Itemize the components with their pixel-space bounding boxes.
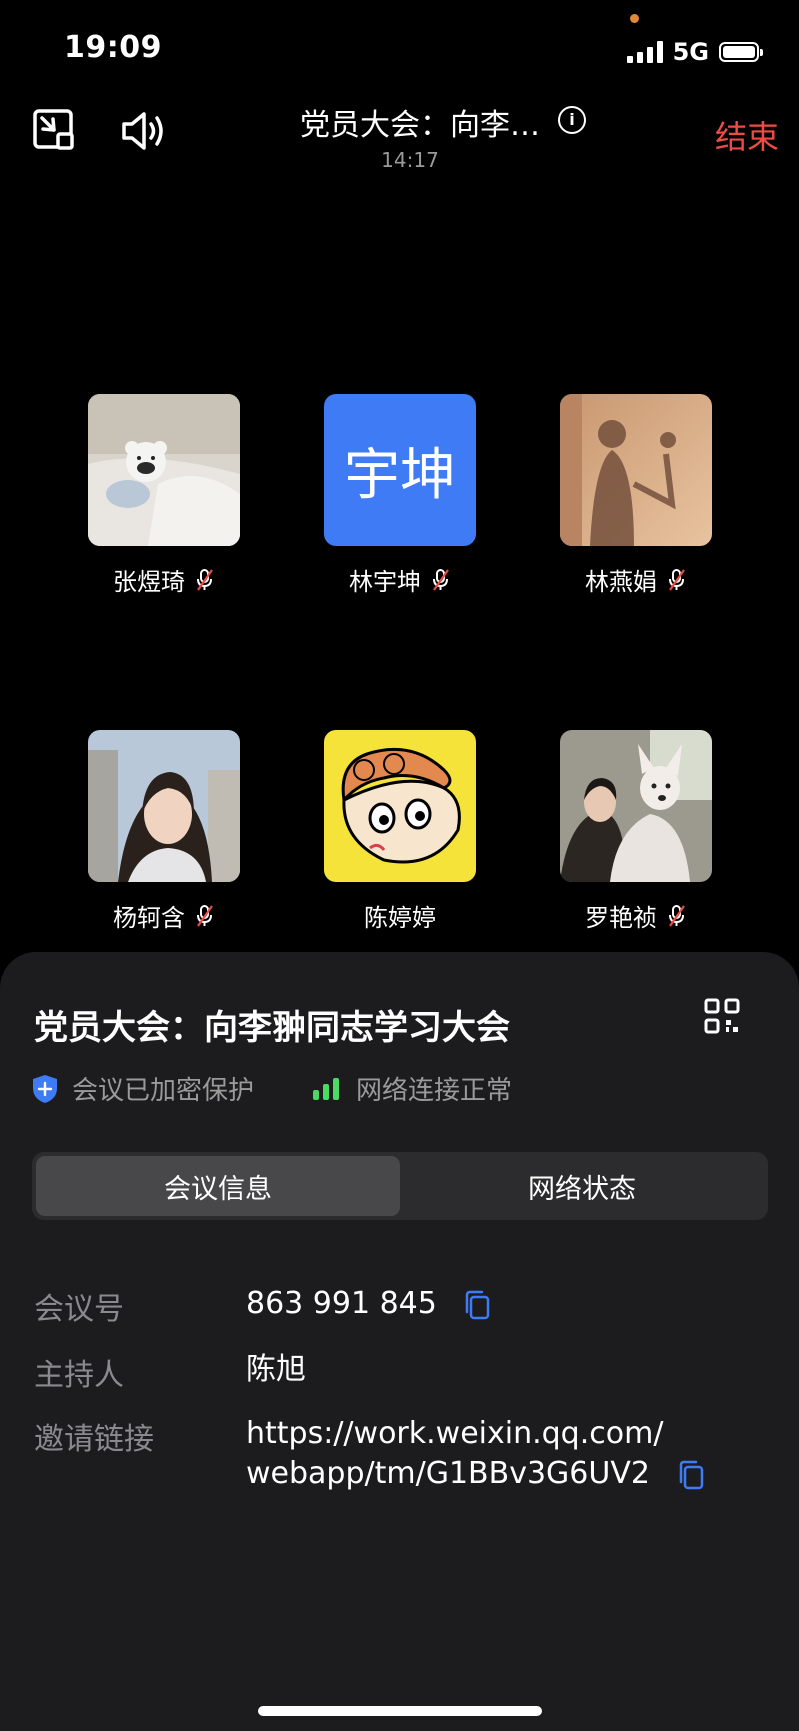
participant-name: 林宇坤 xyxy=(349,568,421,596)
participant-tile[interactable]: 林燕娟 xyxy=(560,394,712,597)
meeting-id-label: 会议号 xyxy=(34,1292,124,1327)
shield-icon xyxy=(33,1074,57,1103)
network-signal-icon xyxy=(313,1077,340,1100)
meeting-id-row: 863 991 845 xyxy=(246,1284,490,1324)
meeting-info-sheet xyxy=(0,952,799,1731)
security-status-row: 会议已加密保护 网络连接正常 xyxy=(32,1070,512,1107)
host-label: 主持人 xyxy=(34,1358,124,1393)
copy-icon[interactable] xyxy=(678,1460,704,1490)
mic-muted-icon xyxy=(197,904,213,927)
mic-muted-icon xyxy=(433,568,449,591)
participant-name: 杨轲含 xyxy=(113,904,185,932)
participant-name: 张煜琦 xyxy=(113,568,185,596)
participant-tile[interactable]: 罗艳祯 xyxy=(560,730,712,933)
qr-code-icon[interactable] xyxy=(704,998,740,1034)
meeting-timer: 14:17 xyxy=(381,148,439,172)
status-time: 19:09 xyxy=(64,30,162,65)
meeting-title: 党员大会：向李… xyxy=(300,108,540,143)
invite-link-label: 邀请链接 xyxy=(34,1422,154,1457)
avatar xyxy=(88,730,240,882)
tab-meeting-info[interactable]: 会议信息 xyxy=(36,1156,400,1216)
end-meeting-button[interactable]: 结束 xyxy=(715,112,779,158)
participant-name: 罗艳祯 xyxy=(585,904,657,932)
participant-tile[interactable]: 宇坤 林宇坤 xyxy=(324,394,476,597)
avatar xyxy=(560,730,712,882)
avatar xyxy=(88,394,240,546)
participant-name: 林燕娟 xyxy=(585,568,657,596)
info-tabs: 会议信息 网络状态 xyxy=(32,1152,768,1220)
avatar-text: 宇坤 xyxy=(344,442,456,508)
mic-muted-icon xyxy=(669,568,685,591)
avatar: 宇坤 xyxy=(324,394,476,546)
invite-link-line2: webapp/tm/G1BBv3G6UV2 xyxy=(246,1456,650,1491)
network-status-label: 网络连接正常 xyxy=(356,1076,513,1106)
participant-name: 陈婷婷 xyxy=(364,904,436,932)
cellular-signal-icon xyxy=(626,41,663,63)
minimize-window-icon[interactable] xyxy=(32,108,78,154)
participant-tile[interactable]: 杨轲含 xyxy=(88,730,240,933)
avatar xyxy=(324,730,476,882)
sheet-title: 党员大会：向李翀同志学习大会 xyxy=(34,1008,510,1048)
speaker-icon[interactable] xyxy=(118,108,164,154)
info-icon[interactable]: i xyxy=(558,106,586,134)
mic-muted-icon xyxy=(669,904,685,927)
invite-link-line1: https://work.weixin.qq.com/ xyxy=(246,1416,664,1451)
status-indicators: 5G xyxy=(626,36,763,68)
avatar xyxy=(560,394,712,546)
encrypted-label: 会议已加密保护 xyxy=(72,1076,255,1106)
invite-link[interactable]: https://work.weixin.qq.com/ webapp/tm/G1… xyxy=(246,1414,704,1494)
network-type: 5G xyxy=(672,38,709,66)
tab-network-status[interactable]: 网络状态 xyxy=(400,1156,764,1216)
privacy-indicator-dot xyxy=(630,14,639,23)
mic-muted-icon xyxy=(197,568,213,591)
participant-tile[interactable]: 张煜琦 xyxy=(88,394,240,597)
home-indicator[interactable] xyxy=(258,1706,542,1716)
battery-icon xyxy=(719,42,763,62)
participant-tile[interactable]: 陈婷婷 xyxy=(324,730,476,933)
copy-icon[interactable] xyxy=(464,1290,490,1320)
host-value: 陈旭 xyxy=(246,1352,306,1387)
meeting-id-value: 863 991 845 xyxy=(246,1286,437,1321)
